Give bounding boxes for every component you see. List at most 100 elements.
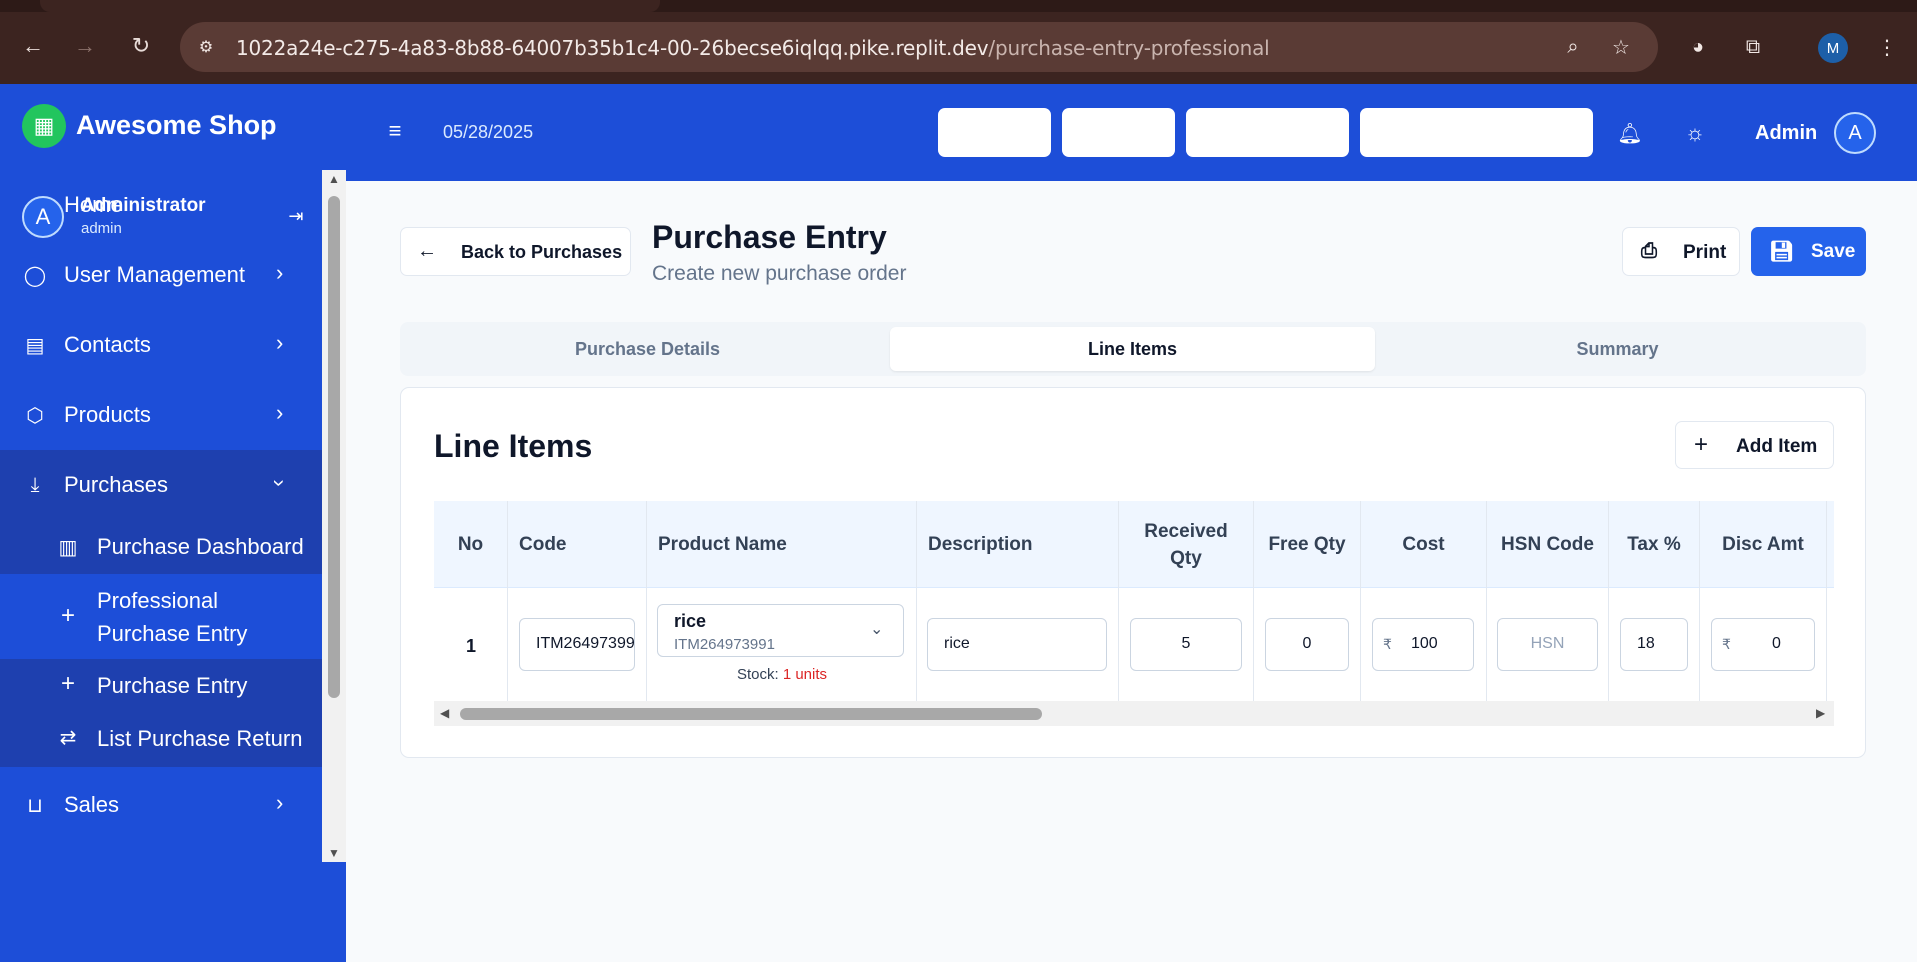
scroll-left-arrow-icon[interactable]: ◀ (440, 706, 449, 720)
cost-value: 100 (1411, 635, 1438, 652)
scroll-up-arrow-icon[interactable]: ▲ (327, 172, 341, 186)
header-action-button-4[interactable] (1360, 108, 1593, 157)
browser-menu-icon[interactable]: ⋮ (1874, 34, 1900, 60)
sidebar-item-contacts[interactable]: ▤ Contacts › (0, 310, 322, 380)
add-item-button[interactable]: + Add Item (1675, 421, 1834, 469)
product-select[interactable]: rice ITM264973991 ⌄ (657, 604, 904, 657)
column-header-no: No (434, 501, 508, 588)
description-value: rice (944, 635, 970, 652)
sidebar-subitem-purchase-entry[interactable]: + Purchase Entry (0, 659, 322, 713)
save-label: Save (1811, 241, 1856, 262)
url-host: 1022a24e-c275-4a83-8b88-64007b35b1c4-00-… (236, 36, 989, 60)
column-header-free-qty: Free Qty (1254, 501, 1361, 588)
extensions-puzzle-icon[interactable]: ⧉ (1740, 34, 1766, 60)
plus-icon: + (60, 670, 75, 697)
disc-amt-input[interactable]: ₹ 0 (1711, 618, 1815, 671)
header-action-button-3[interactable] (1186, 108, 1349, 157)
received-qty-input[interactable]: 5 (1130, 618, 1242, 671)
sidebar-subitem-purchase-dashboard[interactable]: ▥ Purchase Dashboard (0, 520, 322, 574)
header-date: 05/28/2025 (443, 122, 534, 142)
hamburger-menu-icon[interactable]: ≡ (382, 118, 408, 144)
column-header-hsn-code: HSN Code (1487, 501, 1609, 588)
bell-icon[interactable]: 🔔︎ (1617, 120, 1643, 146)
admin-label[interactable]: Admin (1755, 122, 1817, 145)
received-qty-value: 5 (1181, 635, 1191, 652)
sidebar-subitem-professional-purchase-entry[interactable]: + Professional Purchase Entry (0, 574, 322, 659)
header-action-button-2[interactable] (1062, 108, 1175, 157)
column-header-cost: Cost (1361, 501, 1487, 588)
chevron-down-icon: ⌄ (870, 621, 884, 638)
tab-purchase-details[interactable]: Purchase Details (405, 327, 890, 371)
sidebar-subitem-list-purchase-return[interactable]: ⇄ List Purchase Return (0, 713, 322, 767)
sidebar-item-products[interactable]: ⬡ Products › (0, 380, 322, 450)
tab-line-items[interactable]: Line Items (890, 327, 1375, 371)
hsn-input[interactable]: HSN (1497, 618, 1598, 671)
tax-value: 18 (1637, 635, 1655, 652)
url-text[interactable]: 1022a24e-c275-4a83-8b88-64007b35b1c4-00-… (236, 36, 1270, 60)
cost-input[interactable]: ₹ 100 (1372, 618, 1474, 671)
address-bar[interactable]: ⚙ 1022a24e-c275-4a83-8b88-64007b35b1c4-0… (180, 22, 1658, 72)
back-arrow-icon[interactable]: ← (17, 30, 49, 62)
column-header-disc-amt: Disc Amt (1700, 501, 1827, 588)
cell-code: ITM264973991 (508, 588, 647, 701)
user-role: admin (81, 220, 122, 237)
sidebar-scrollbar[interactable]: ▲ ▼ (322, 170, 346, 862)
cell-free-qty: 0 (1254, 588, 1361, 701)
print-button[interactable]: ⎙ Print (1622, 227, 1740, 276)
tax-input[interactable]: 18 (1620, 618, 1688, 671)
cell-received-qty: 5 (1119, 588, 1254, 701)
box-icon: ⬡ (26, 404, 44, 427)
sidebar-item-sales[interactable]: ⊔ Sales › (0, 770, 322, 840)
browser-chrome: ← → ↻ ⚙ 1022a24e-c275-4a83-8b88-64007b35… (0, 0, 1917, 84)
sidebar-item-purchases[interactable]: ⤓ Purchases › (0, 450, 322, 520)
user-avatar[interactable]: A (22, 196, 64, 238)
logout-icon[interactable]: ⇥ (284, 204, 308, 228)
site-info-icon[interactable]: ⚙ (194, 35, 218, 59)
profile-avatar[interactable]: M (1818, 33, 1848, 63)
code-input[interactable]: ITM264973991 (519, 618, 635, 671)
scrollbar-thumb[interactable] (460, 708, 1042, 720)
chevron-right-icon: › (276, 330, 284, 355)
calculator-logo-icon: ▦ (22, 104, 66, 148)
table-horizontal-scrollbar[interactable]: ◀ ▶ (434, 701, 1834, 726)
zoom-icon[interactable]: ⌕ (1560, 34, 1586, 60)
sidebar-item-user-management[interactable]: ◯ User Management › (0, 240, 322, 310)
column-header-description: Description (917, 501, 1119, 588)
cell-hsn: HSN (1487, 588, 1609, 701)
scroll-right-arrow-icon[interactable]: ▶ (1816, 706, 1825, 720)
add-item-label: Add Item (1736, 436, 1818, 457)
cookie-extension-icon[interactable]: ◕ (1685, 34, 1711, 60)
browser-tab[interactable] (40, 0, 660, 12)
sidebar-item-label: Products (64, 402, 151, 427)
brand-name: Awesome Shop (76, 110, 277, 140)
column-header-code: Code (508, 501, 647, 588)
reload-icon[interactable]: ↻ (125, 30, 157, 62)
sidebar-subitem-label: List Purchase Return (97, 726, 303, 751)
chevron-right-icon: › (276, 790, 284, 815)
browser-tab-strip (0, 0, 1917, 12)
save-button[interactable]: 💾︎ Save (1751, 227, 1866, 276)
back-to-purchases-button[interactable]: ← Back to Purchases (400, 227, 631, 276)
tab-summary[interactable]: Summary (1375, 327, 1860, 371)
free-qty-input[interactable]: 0 (1265, 618, 1349, 671)
chevron-right-icon: › (276, 400, 284, 425)
scrollbar-thumb[interactable] (328, 196, 340, 698)
admin-avatar[interactable]: A (1834, 112, 1876, 154)
scroll-down-arrow-icon[interactable]: ▼ (327, 846, 341, 860)
line-items-table: No Code Product Name Description Receive… (434, 501, 1834, 726)
brand[interactable]: ▦ Awesome Shop (0, 84, 346, 170)
plus-icon: + (1694, 431, 1709, 458)
theme-sun-icon[interactable]: ☼ (1682, 120, 1708, 146)
sidebar-subitem-label: Purchase Entry (97, 673, 248, 698)
column-header-tax: Tax % (1609, 501, 1700, 588)
contacts-icon: ▤ (25, 334, 45, 357)
bookmark-star-icon[interactable]: ☆ (1608, 34, 1634, 60)
cell-cost: ₹ 100 (1361, 588, 1487, 701)
forward-arrow-icon[interactable]: → (69, 30, 101, 62)
sidebar: ▦ Awesome Shop ⌂ Home ◯ User Management … (0, 84, 346, 962)
print-label: Print (1683, 242, 1727, 263)
row-number: 1 (465, 636, 476, 656)
user-name: Administrator (81, 195, 206, 216)
description-input[interactable]: rice (927, 618, 1107, 671)
header-action-button-1[interactable] (938, 108, 1051, 157)
